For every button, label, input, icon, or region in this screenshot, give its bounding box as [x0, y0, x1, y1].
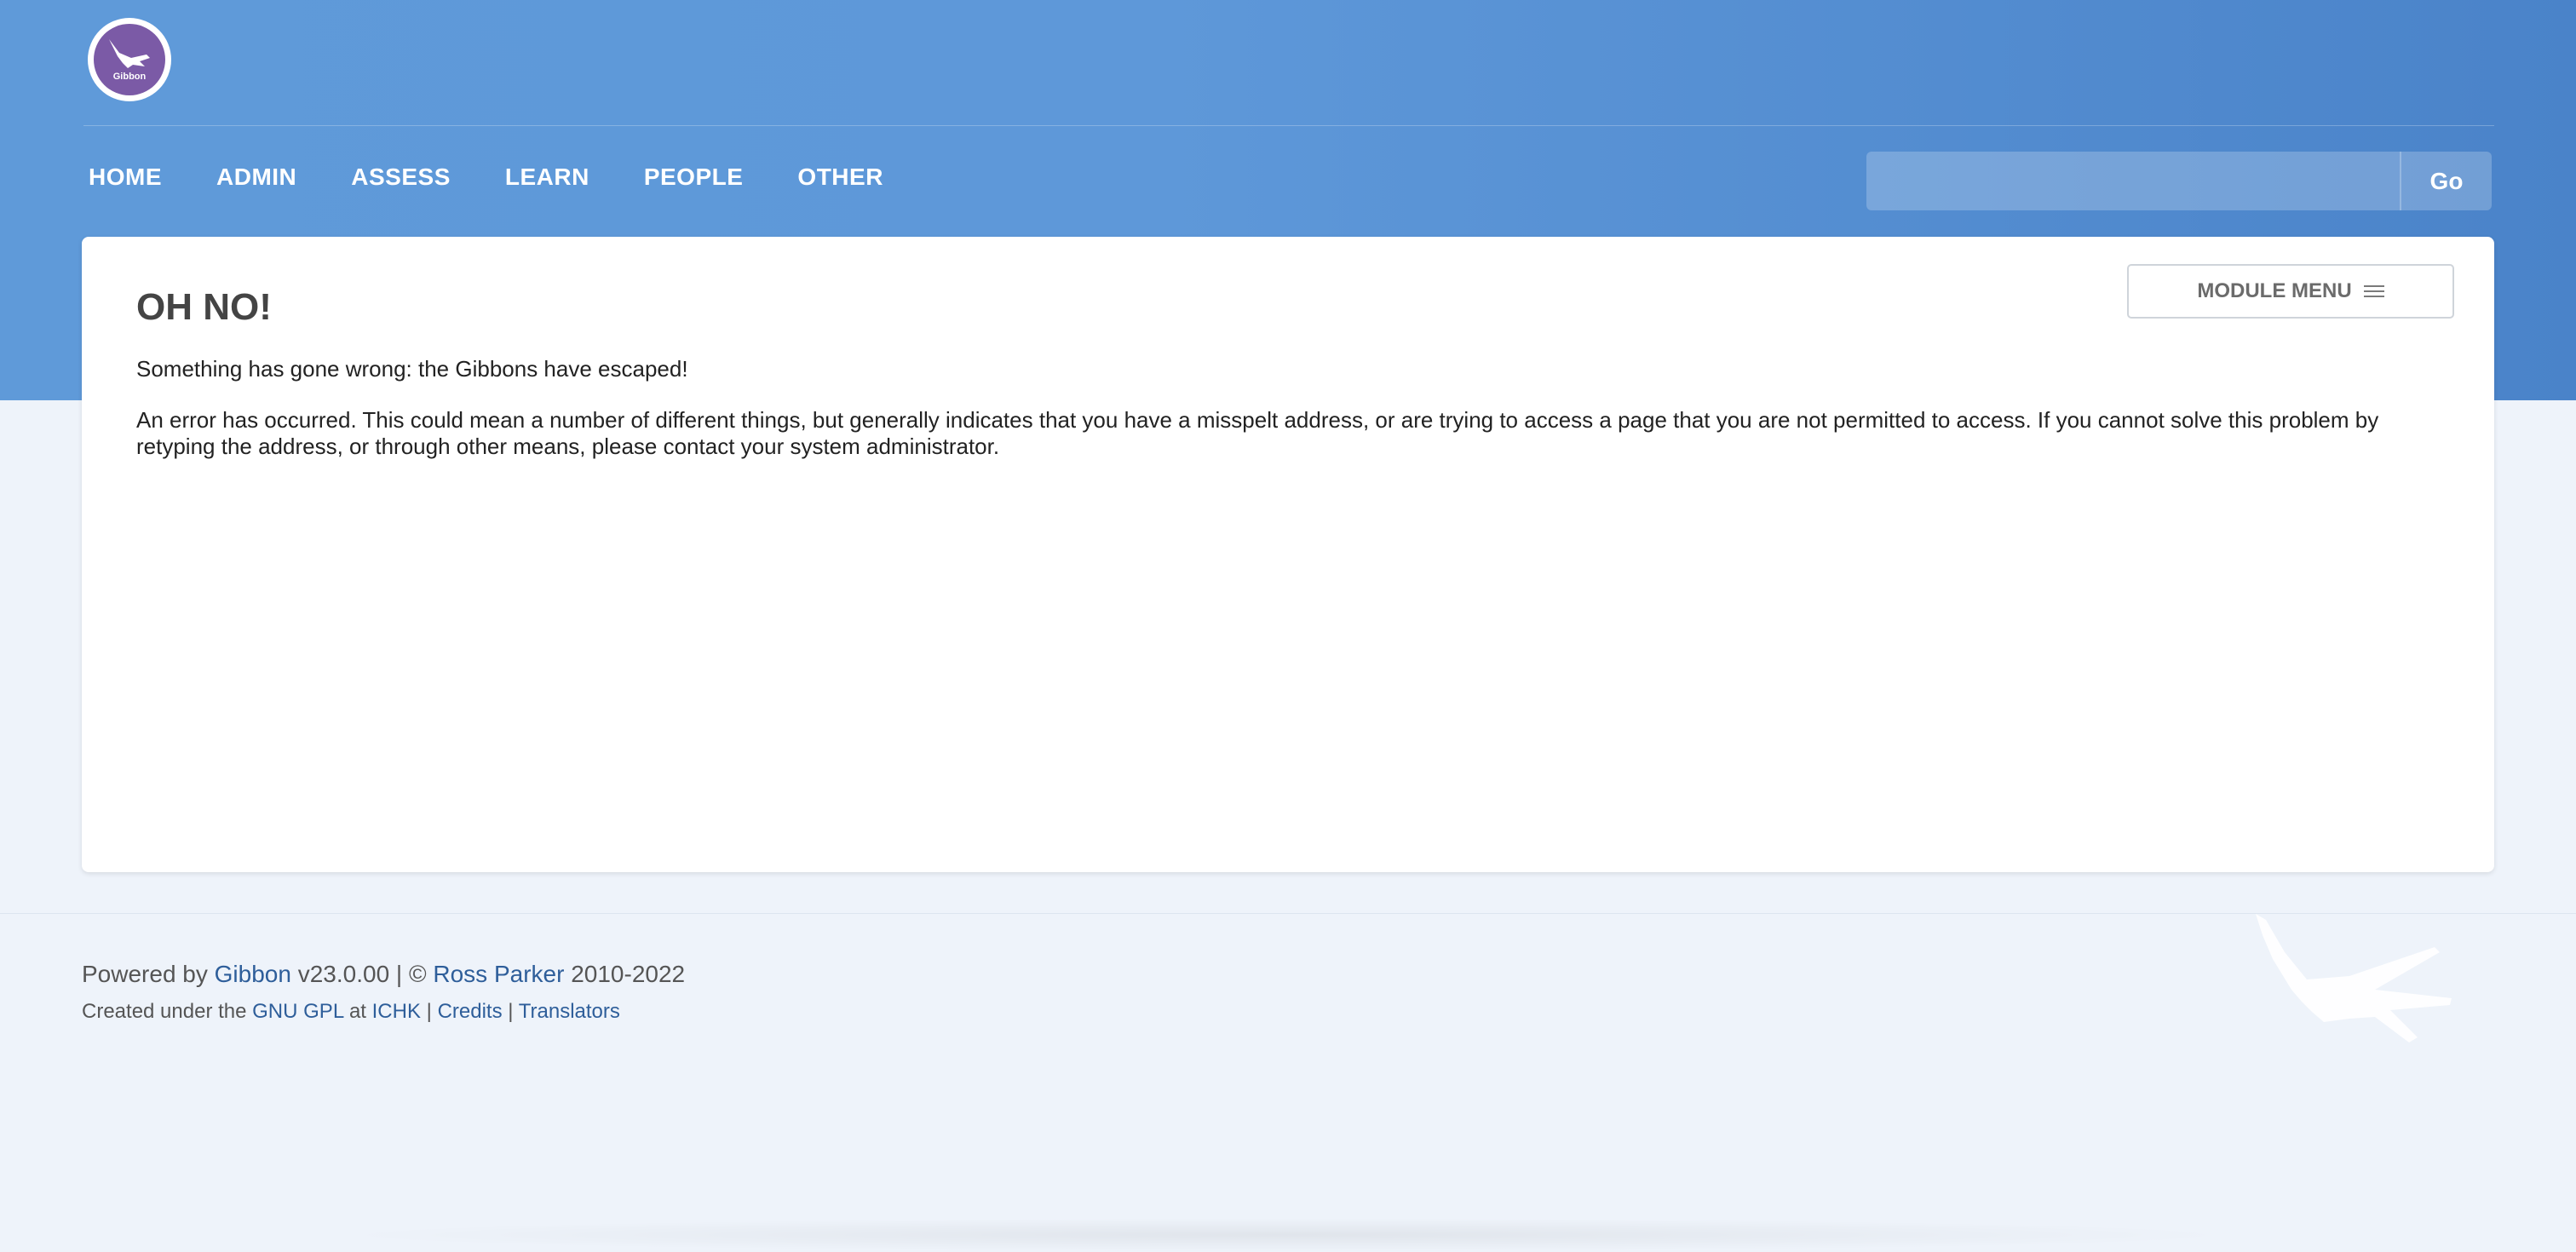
nav-people[interactable]: PEOPLE	[644, 164, 744, 191]
separator: |	[420, 1000, 438, 1023]
module-menu-button[interactable]: MODULE MENU	[2127, 264, 2454, 319]
nav-assess[interactable]: ASSESS	[351, 164, 451, 191]
hamburger-icon	[2363, 284, 2384, 299]
translators-link[interactable]: Translators	[519, 1000, 620, 1023]
page-title: OH NO!	[136, 286, 272, 328]
logo-circle: Gibbon	[94, 24, 165, 95]
ichk-link[interactable]: ICHK	[372, 1000, 421, 1023]
created-under-text: Created under the	[82, 1000, 253, 1023]
module-menu-label: MODULE MENU	[2197, 279, 2352, 302]
error-details: An error has occurred. This could mean a…	[136, 407, 2379, 459]
nav-admin[interactable]: ADMIN	[216, 164, 296, 191]
error-summary: Something has gone wrong: the Gibbons ha…	[136, 356, 688, 382]
search-input[interactable]	[1866, 152, 2400, 210]
copyright-years: 2010-2022	[564, 961, 686, 987]
logo-text: Gibbon	[112, 72, 147, 82]
gibbon-logo-icon[interactable]: Gibbon	[88, 18, 171, 101]
main-nav: HOME ADMIN ASSESS LEARN PEOPLE OTHER	[89, 164, 883, 191]
nav-learn[interactable]: LEARN	[505, 164, 589, 191]
author-link[interactable]: Ross Parker	[433, 961, 564, 987]
bottom-shadow	[324, 1218, 2249, 1252]
gibbon-link[interactable]: Gibbon	[215, 961, 291, 987]
powered-by-text: Powered by	[82, 961, 215, 987]
gibbon-figure-icon	[109, 39, 150, 68]
search-go-button[interactable]: Go	[2400, 152, 2492, 210]
footer-powered-by: Powered by Gibbon v23.0.00 | © Ross Park…	[82, 961, 685, 988]
nav-home[interactable]: HOME	[89, 164, 162, 191]
gpl-link[interactable]: GNU GPL	[252, 1000, 343, 1023]
version-text: v23.0.00 | ©	[290, 961, 434, 987]
header-divider	[83, 125, 2494, 126]
gibbon-silhouette-icon	[2256, 914, 2452, 1042]
credits-link[interactable]: Credits	[438, 1000, 503, 1023]
nav-other[interactable]: OTHER	[797, 164, 883, 191]
content-card: MODULE MENU OH NO! Something has gone wr…	[82, 237, 2494, 872]
footer-credits: Created under the GNU GPL at ICHK | Cred…	[82, 1000, 620, 1024]
footer-divider	[0, 913, 2576, 914]
at-text: at	[343, 1000, 372, 1023]
search-form: Go	[1866, 152, 2492, 210]
separator: |	[502, 1000, 519, 1023]
